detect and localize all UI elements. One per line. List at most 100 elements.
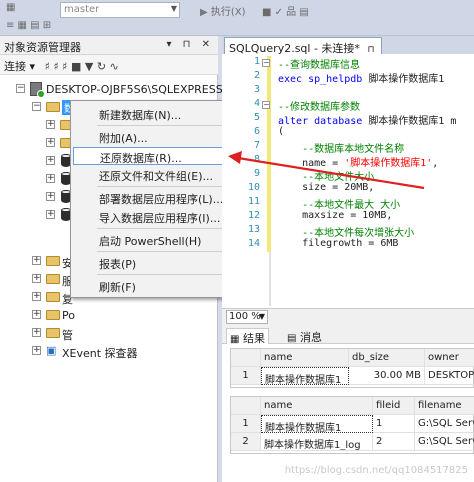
menu-separator — [97, 186, 241, 187]
results-pane: name db_size owner 1 脚本操作数据库1 30.00 MB D… — [222, 344, 474, 482]
message-icon: ▤ — [287, 333, 297, 344]
tab-sqlquery2[interactable]: SQLQuery2.sql - 未连接* ⊓ ✕ — [224, 37, 382, 69]
tree-node-xevent[interactable]: + ▣ XEvent 探查器 — [0, 342, 200, 360]
code-line[interactable]: --本地文件每次增张大小 — [278, 224, 414, 239]
play-icon: ▶ — [200, 7, 208, 18]
expand-icon[interactable]: + — [32, 310, 41, 319]
menu-item-attach[interactable]: 附加(A)... — [73, 128, 243, 146]
code-line[interactable]: name = '脚本操作数据库1', — [278, 154, 438, 169]
code-line[interactable]: --本地文件最大 大小 — [278, 196, 400, 211]
line-number: 6 — [253, 126, 260, 137]
grid-cell[interactable]: G:\SQL Serv — [415, 415, 474, 433]
tab-messages-label: 消息 — [299, 331, 322, 344]
tree-node-child-5[interactable]: + — [0, 188, 71, 206]
expand-icon[interactable]: + — [32, 328, 41, 337]
chevron-down-icon: ▼ — [258, 312, 265, 321]
folder-icon — [46, 310, 60, 320]
execute-label: 执行(X) — [210, 7, 246, 18]
menu-item-new-database[interactable]: 新建数据库(N)... — [73, 105, 243, 123]
tree-node-databases[interactable]: − 数据库 — [0, 98, 96, 116]
code-line[interactable]: size = 20MB, — [278, 182, 374, 193]
expand-icon[interactable]: + — [46, 138, 55, 147]
xevent-label: XEvent 探查器 — [62, 347, 138, 360]
collapse-icon[interactable]: − — [32, 102, 41, 111]
grid-header[interactable]: name — [261, 397, 373, 415]
grid-header[interactable]: db_size — [349, 349, 425, 367]
tab-results[interactable]: ▦ 结果 — [226, 328, 269, 345]
menu-separator — [97, 125, 241, 126]
expand-icon[interactable]: + — [46, 120, 55, 129]
grid-cell[interactable]: 2 — [373, 433, 415, 451]
connect-icons[interactable]: ♯ ♯ ♯ ■ ▼ ↻ ∿ — [45, 60, 119, 73]
fold-toggle-icon[interactable]: − — [262, 59, 270, 67]
grid-header[interactable]: fileid — [373, 397, 415, 415]
code-line[interactable]: --查询数据库信息 — [278, 56, 360, 71]
tree-node-child-2[interactable]: + — [0, 134, 74, 152]
toolbar-icon-a[interactable]: ▦ — [4, 1, 17, 17]
menu-item-reports[interactable]: 报表(P)▶ — [73, 254, 243, 272]
execute-button[interactable]: ▶ 执行(X) — [198, 2, 248, 18]
panel-controls[interactable]: ▾ ⊓ ✕ — [166, 39, 214, 50]
grid-cell[interactable]: 脚本操作数据库1 — [261, 367, 349, 385]
code-line[interactable]: ( — [278, 126, 284, 137]
fold-toggle-icon[interactable]: − — [262, 101, 270, 109]
expand-icon[interactable]: + — [32, 292, 41, 301]
expand-icon[interactable]: + — [32, 274, 41, 283]
grid-cell[interactable]: 脚本操作数据库1 — [261, 415, 373, 433]
menu-item-import-data-tier[interactable]: 导入数据层应用程序(I)... — [73, 208, 243, 226]
collapse-icon[interactable]: − — [16, 84, 25, 93]
change-marker — [267, 56, 271, 252]
menu-item-deploy-data-tier[interactable]: 部署数据层应用程序(L)... — [73, 189, 243, 207]
line-number: 3 — [253, 84, 260, 95]
expand-icon[interactable]: + — [46, 174, 55, 183]
tree-node-server[interactable]: − DESKTOP-OJBF5S6\SQLEXPRESS (S — [0, 80, 238, 98]
tree-node-child-1[interactable]: + — [0, 116, 74, 134]
object-explorer-titlebar: 对象资源管理器 ▾ ⊓ ✕ — [0, 36, 218, 55]
code-line[interactable]: --修改数据库参数 — [278, 98, 360, 113]
menu-item-refresh[interactable]: 刷新(F) — [73, 277, 243, 295]
menu-item-restore-database[interactable]: 还原数据库(R)... — [73, 147, 243, 165]
database-combo[interactable]: master ▼ — [60, 2, 180, 18]
menu-item-restore-files[interactable]: 还原文件和文件组(E)... — [73, 166, 243, 184]
grid-corner — [231, 397, 261, 415]
menu-separator — [97, 251, 241, 252]
tree-node-child-6[interactable]: + — [0, 206, 71, 224]
menu-item-start-powershell[interactable]: 启动 PowerShell(H) — [73, 231, 243, 249]
tree-node-server-objects[interactable]: + 服 — [0, 270, 73, 288]
code-line[interactable]: maxsize = 10MB, — [278, 210, 392, 221]
line-number: 12 — [247, 210, 260, 221]
code-area[interactable]: 1 --查询数据库信息 2 exec sp_helpdb 脚本操作数据库1 3 4 --修改… — [222, 54, 474, 306]
grid-cell[interactable]: DESKTOP- — [425, 367, 474, 385]
toolbar-row2-icons[interactable]: ≡ ▦ ▤ ⊞ — [4, 19, 53, 35]
expand-icon[interactable]: + — [32, 256, 41, 265]
zoom-combo[interactable]: 100 % ▼ — [226, 310, 268, 324]
zoom-value: 100 % — [229, 311, 261, 322]
grid-cell[interactable]: G:\SQL Serv — [415, 433, 474, 451]
code-line[interactable]: --本地文件大小 — [278, 168, 374, 183]
grid-header[interactable]: owner — [425, 349, 474, 367]
expand-icon[interactable]: + — [46, 192, 55, 201]
expand-icon[interactable]: + — [46, 156, 55, 165]
grid-cell[interactable]: 脚本操作数据库1_log — [261, 433, 373, 451]
grid-cell[interactable]: 1 — [373, 415, 415, 433]
connect-button[interactable]: 连接 ▾ — [4, 60, 35, 73]
expand-icon[interactable]: + — [32, 346, 41, 355]
debug-icon[interactable]: ■ ✓ 品 ▤ — [260, 2, 311, 18]
tree-node-replication[interactable]: + 复 — [0, 288, 73, 306]
code-line[interactable]: exec sp_helpdb 脚本操作数据库1 — [278, 70, 444, 85]
tab-messages[interactable]: ▤ 消息 — [284, 328, 325, 344]
tree-node-management[interactable]: + 管 — [0, 324, 73, 342]
grid-header[interactable]: filename — [415, 397, 474, 415]
grid-cell[interactable]: 30.00 MB — [349, 367, 425, 385]
tree-node-polybase[interactable]: + Po — [0, 306, 75, 324]
xevent-icon: ▣ — [46, 344, 57, 357]
tree-node-child-4[interactable]: + — [0, 170, 71, 188]
code-line[interactable]: --数据库本地文件名称 — [278, 140, 404, 155]
code-line[interactable]: filegrowth = 6MB — [278, 238, 398, 249]
code-line[interactable]: alter database 脚本操作数据库1 m — [278, 112, 456, 127]
expand-icon[interactable]: + — [46, 210, 55, 219]
tree-node-child-3[interactable]: + — [0, 152, 71, 170]
tree-node-security[interactable]: + 安 — [0, 252, 73, 270]
grid-header[interactable]: name — [261, 349, 349, 367]
folder-icon — [46, 256, 60, 266]
